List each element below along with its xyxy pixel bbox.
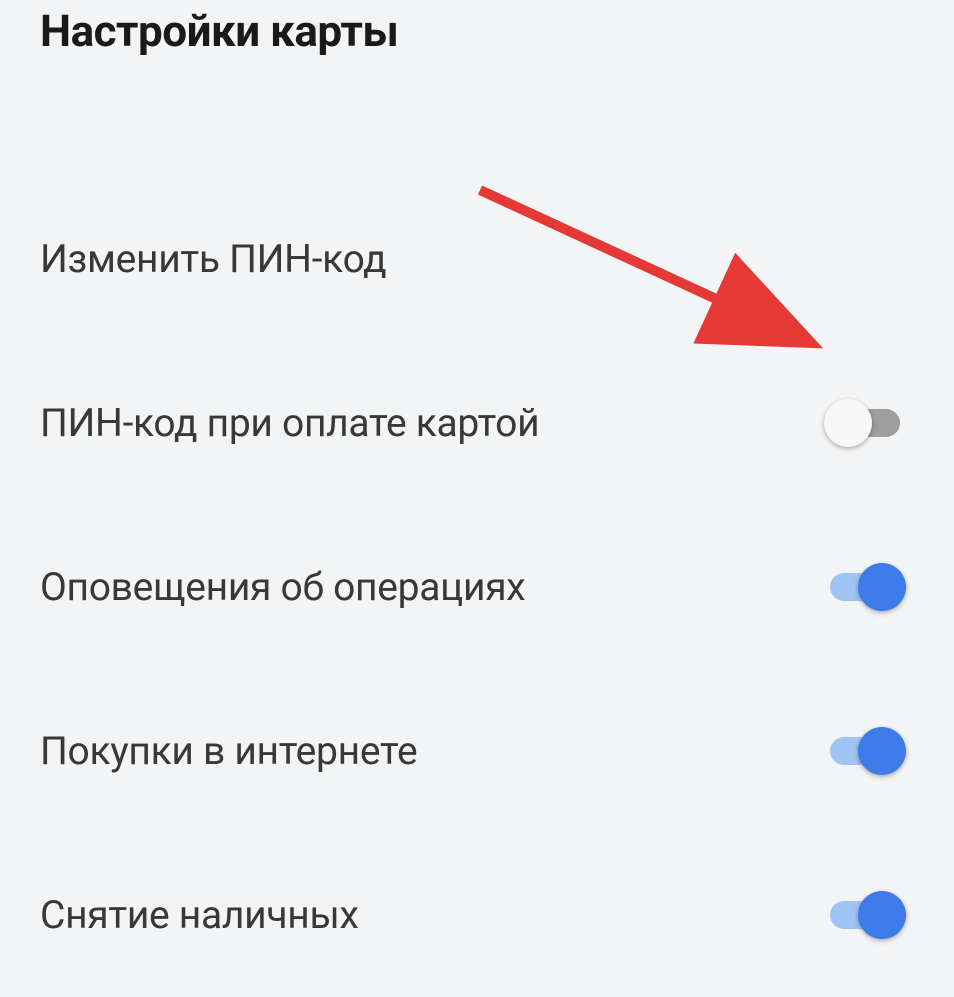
setting-label: Оповещения об операциях xyxy=(40,564,525,610)
toggle-cash-withdrawal[interactable] xyxy=(826,900,904,930)
setting-label: Снятие наличных xyxy=(40,892,359,938)
setting-pin-on-pay[interactable]: ПИН-код при оплате картой xyxy=(40,341,914,505)
toggle-thumb xyxy=(858,891,906,939)
setting-online-purchases[interactable]: Покупки в интернете xyxy=(40,669,914,833)
setting-label: Покупки в интернете xyxy=(40,728,417,774)
toggle-thumb xyxy=(858,727,906,775)
toggle-notifications[interactable] xyxy=(826,572,904,602)
toggle-pin-on-pay[interactable] xyxy=(826,408,904,438)
toggle-online-purchases[interactable] xyxy=(826,736,904,766)
toggle-thumb xyxy=(858,563,906,611)
setting-change-pin[interactable]: Изменить ПИН-код xyxy=(40,177,914,341)
settings-list: Изменить ПИН-код ПИН-код при оплате карт… xyxy=(40,177,914,997)
toggle-thumb xyxy=(824,399,872,447)
page-title: Настройки карты xyxy=(40,5,914,57)
setting-cash-withdrawal[interactable]: Снятие наличных xyxy=(40,833,914,997)
setting-label: Изменить ПИН-код xyxy=(40,236,386,282)
setting-notifications[interactable]: Оповещения об операциях xyxy=(40,505,914,669)
setting-label: ПИН-код при оплате картой xyxy=(40,400,539,446)
